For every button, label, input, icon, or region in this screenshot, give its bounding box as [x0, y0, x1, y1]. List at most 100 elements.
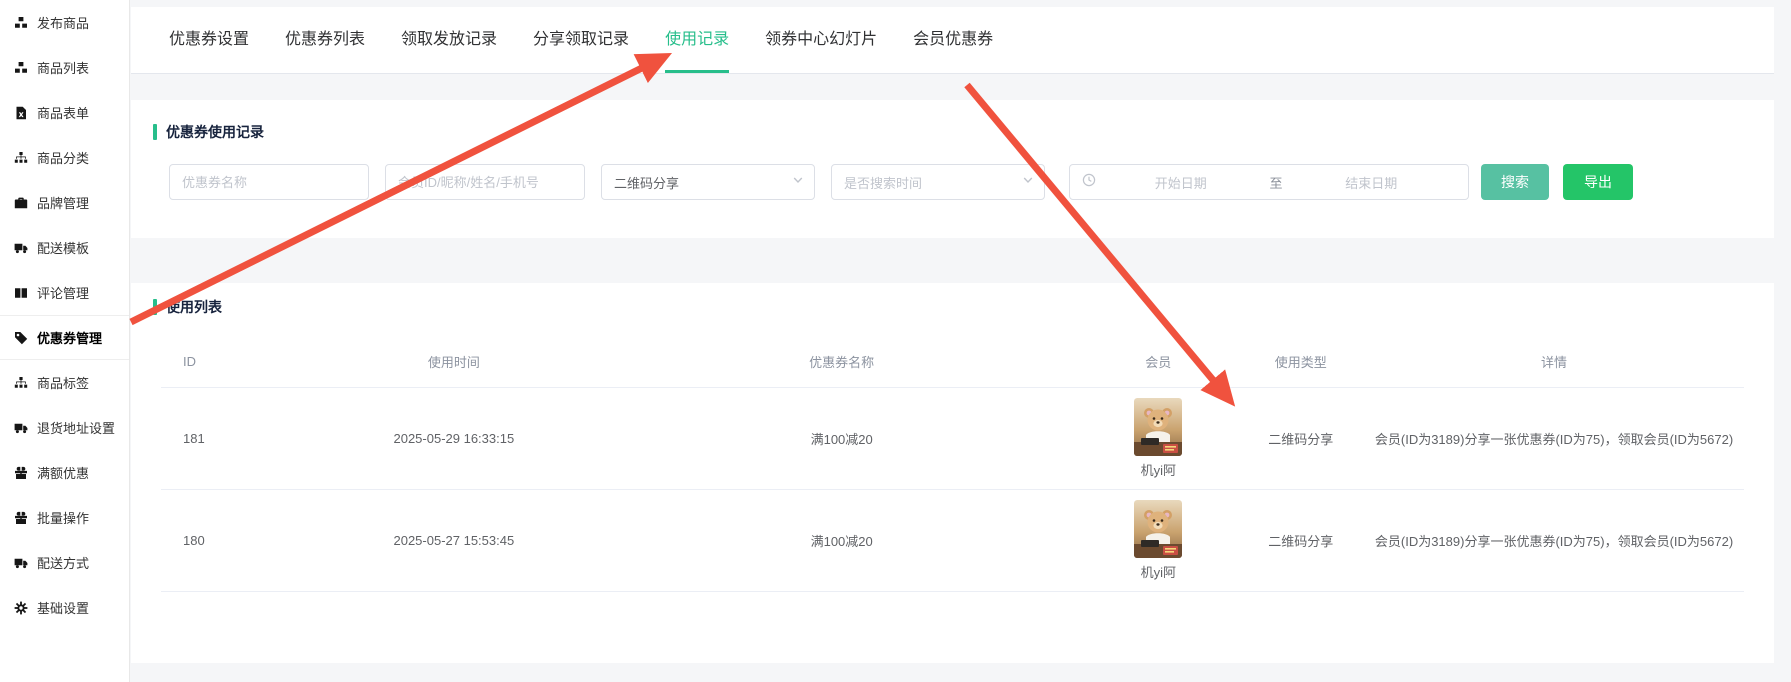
section-title-bar — [153, 299, 157, 315]
sidebar-item-label: 满额优惠 — [37, 463, 89, 482]
table-header-row: ID使用时间优惠券名称会员使用类型详情 — [161, 335, 1744, 388]
section-title-usage-list: 使用列表 — [153, 283, 1774, 317]
sidebar-item-brand-management[interactable]: 品牌管理 — [0, 180, 129, 225]
sidebar-item-label: 品牌管理 — [37, 193, 89, 212]
sidebar-item-label: 批量操作 — [37, 508, 89, 527]
filter-panel: 优惠券使用记录 二维码分享 是否搜索时间 — [131, 100, 1774, 238]
start-date-placeholder: 开始日期 — [1096, 173, 1266, 192]
cell-use-time: 2025-05-29 16:33:15 — [303, 388, 604, 490]
coupon-name-input[interactable] — [169, 164, 369, 200]
sidebar-item-basic-settings[interactable]: 基础设置 — [0, 585, 129, 630]
sidebar-item-comment-management[interactable]: 评论管理 — [0, 270, 129, 315]
coupon-tabbar: 优惠券设置优惠券列表领取发放记录分享领取记录使用记录领券中心幻灯片会员优惠券 — [131, 7, 1774, 74]
file-excel-icon — [14, 106, 28, 120]
tab-share-receive-records[interactable]: 分享领取记录 — [533, 7, 629, 73]
sidebar-item-label: 优惠券管理 — [37, 328, 102, 347]
page: 发布商品商品列表商品表单商品分类品牌管理配送模板评论管理优惠券管理商品标签退货地… — [0, 0, 1791, 682]
date-range-picker[interactable]: 开始日期 至 结束日期 — [1069, 164, 1469, 200]
cell-coupon-name: 满100减20 — [604, 490, 1079, 592]
tag-icon — [14, 331, 28, 345]
sitemap-icon — [14, 376, 28, 390]
time-search-select-placeholder: 是否搜索时间 — [844, 173, 922, 192]
chevron-down-icon — [792, 173, 804, 191]
cell-detail: 会员(ID为3189)分享一张优惠券(ID为75)，领取会员(ID为5672) — [1364, 388, 1744, 490]
sidebar: 发布商品商品列表商品表单商品分类品牌管理配送模板评论管理优惠券管理商品标签退货地… — [0, 0, 130, 682]
column-header: 使用类型 — [1237, 335, 1364, 388]
sidebar-item-batch-operation[interactable]: 批量操作 — [0, 495, 129, 540]
cubes-icon — [14, 61, 28, 75]
tab-coupon-center-slides[interactable]: 领券中心幻灯片 — [765, 7, 877, 73]
gift-icon — [14, 466, 28, 480]
gift-icon — [14, 511, 28, 525]
sidebar-item-label: 商品列表 — [37, 58, 89, 77]
sidebar-item-delivery-method[interactable]: 配送方式 — [0, 540, 129, 585]
table-row: 1812025-05-29 16:33:15满100减20 机yi阿 二维码分享会… — [161, 388, 1744, 490]
search-button[interactable]: 搜索 — [1481, 164, 1549, 200]
date-range-separator: 至 — [1266, 173, 1287, 192]
chevron-down-icon — [1022, 173, 1034, 191]
time-search-select[interactable]: 是否搜索时间 — [831, 164, 1045, 200]
column-header: 会员 — [1079, 335, 1237, 388]
cell-detail: 会员(ID为3189)分享一张优惠券(ID为75)，领取会员(ID为5672) — [1364, 490, 1744, 592]
book-icon — [14, 286, 28, 300]
sidebar-item-label: 发布商品 — [37, 13, 89, 32]
usage-table: ID使用时间优惠券名称会员使用类型详情 1812025-05-29 16:33:… — [161, 335, 1744, 592]
sidebar-item-full-amount-discount[interactable]: 满额优惠 — [0, 450, 129, 495]
tab-coupon-settings[interactable]: 优惠券设置 — [169, 7, 249, 73]
tab-coupon-list[interactable]: 优惠券列表 — [285, 7, 365, 73]
end-date-placeholder: 结束日期 — [1287, 173, 1457, 192]
column-header: 详情 — [1364, 335, 1744, 388]
usage-list-panel: 使用列表 ID使用时间优惠券名称会员使用类型详情 1812025-05-29 1… — [131, 283, 1774, 663]
tab-receive-issue-records[interactable]: 领取发放记录 — [401, 7, 497, 73]
sidebar-item-label: 商品表单 — [37, 103, 89, 122]
sidebar-item-label: 配送模板 — [37, 238, 89, 257]
sidebar-item-label: 商品标签 — [37, 373, 89, 392]
cell-id: 181 — [161, 388, 303, 490]
cell-member: 机yi阿 — [1079, 388, 1237, 490]
sidebar-item-label: 退货地址设置 — [37, 418, 115, 437]
member-avatar — [1134, 500, 1182, 558]
cubes-icon — [14, 16, 28, 30]
tab-usage-records[interactable]: 使用记录 — [665, 7, 729, 73]
share-type-select[interactable]: 二维码分享 — [601, 164, 815, 200]
column-header: ID — [161, 335, 303, 388]
tab-member-coupons[interactable]: 会员优惠券 — [913, 7, 993, 73]
sidebar-item-label: 基础设置 — [37, 598, 89, 617]
sitemap-icon — [14, 151, 28, 165]
member-nickname: 机yi阿 — [1141, 460, 1176, 479]
sidebar-item-label: 商品分类 — [37, 148, 89, 167]
sidebar-item-product-tag[interactable]: 商品标签 — [0, 360, 129, 405]
cell-coupon-name: 满100减20 — [604, 388, 1079, 490]
table-body: 1812025-05-29 16:33:15满100减20 机yi阿二维码分享会… — [161, 388, 1744, 592]
export-button[interactable]: 导出 — [1563, 164, 1633, 200]
column-header: 优惠券名称 — [604, 335, 1079, 388]
clock-icon — [1082, 173, 1096, 192]
gear-icon — [14, 601, 28, 615]
sidebar-item-label: 评论管理 — [37, 283, 89, 302]
sidebar-item-product-list[interactable]: 商品列表 — [0, 45, 129, 90]
sidebar-item-return-address-settings[interactable]: 退货地址设置 — [0, 405, 129, 450]
sidebar-item-coupon-management[interactable]: 优惠券管理 — [0, 315, 129, 360]
truck-icon — [14, 421, 28, 435]
member-avatar — [1134, 398, 1182, 456]
sidebar-item-label: 配送方式 — [37, 553, 89, 572]
section-title-text: 优惠券使用记录 — [166, 122, 264, 142]
truck-icon — [14, 556, 28, 570]
section-title-text: 使用列表 — [166, 297, 222, 317]
share-type-select-value: 二维码分享 — [614, 173, 679, 192]
member-search-input[interactable] — [385, 164, 585, 200]
section-title-usage-records: 优惠券使用记录 — [153, 100, 1774, 142]
cell-id: 180 — [161, 490, 303, 592]
cell-use-type: 二维码分享 — [1237, 388, 1364, 490]
sidebar-item-product-form[interactable]: 商品表单 — [0, 90, 129, 135]
cell-use-type: 二维码分享 — [1237, 490, 1364, 592]
truck-icon — [14, 241, 28, 255]
cell-use-time: 2025-05-27 15:53:45 — [303, 490, 604, 592]
sidebar-item-publish-product[interactable]: 发布商品 — [0, 0, 129, 45]
filter-row: 二维码分享 是否搜索时间 开始日期 至 — [169, 164, 1633, 200]
sidebar-item-delivery-template[interactable]: 配送模板 — [0, 225, 129, 270]
member-nickname: 机yi阿 — [1141, 562, 1176, 581]
main-content: 优惠券设置优惠券列表领取发放记录分享领取记录使用记录领券中心幻灯片会员优惠券 优… — [131, 0, 1791, 682]
table-row: 1802025-05-27 15:53:45满100减20 机yi阿 二维码分享会… — [161, 490, 1744, 592]
sidebar-item-product-category[interactable]: 商品分类 — [0, 135, 129, 180]
